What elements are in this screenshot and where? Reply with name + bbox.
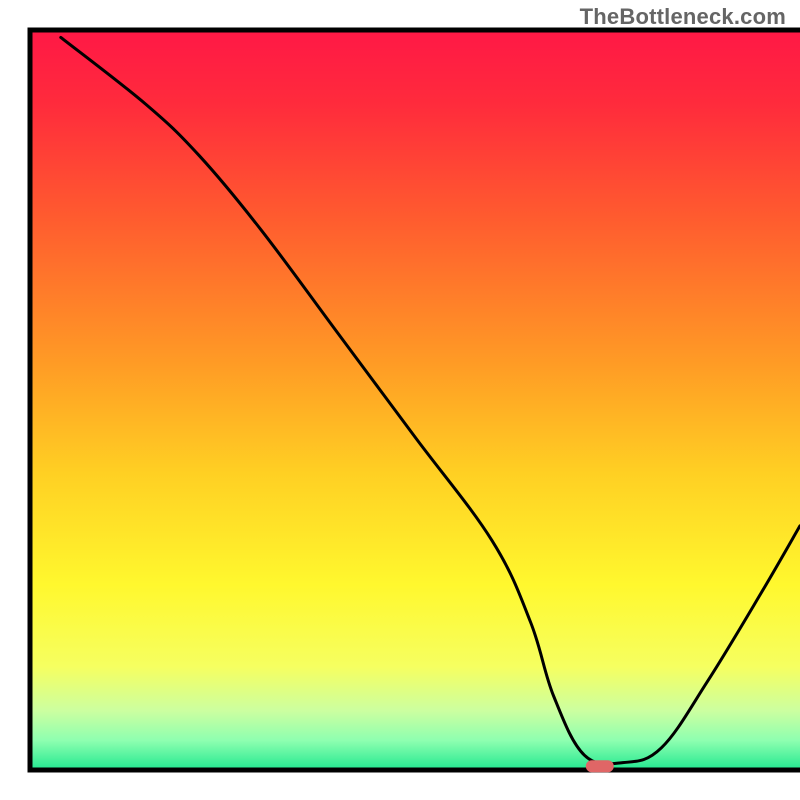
minimum-marker [586,760,614,772]
bottleneck-chart [0,0,800,800]
watermark-text: TheBottleneck.com [580,4,786,30]
plot-background [30,30,800,770]
chart-wrapper: TheBottleneck.com [0,0,800,800]
